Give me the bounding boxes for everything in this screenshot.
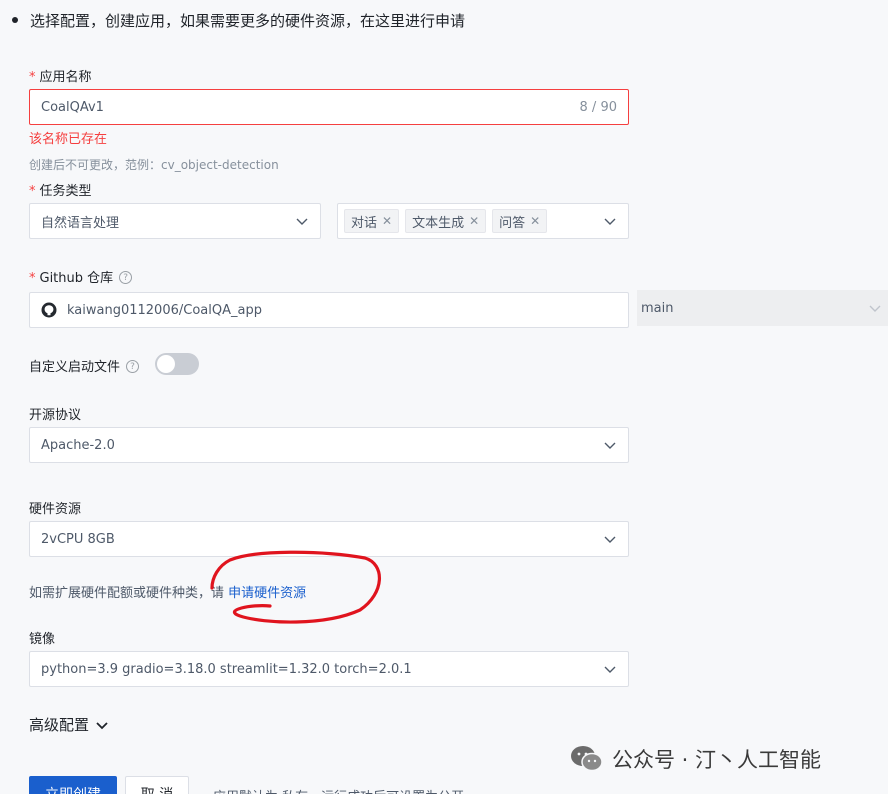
task-type-select[interactable]: 自然语言处理: [29, 203, 321, 239]
app-name-value: CoalQAv1: [41, 99, 104, 115]
app-name-input[interactable]: CoalQAv1 8 / 90: [29, 89, 629, 125]
custom-start-label: 自定义启动文件?: [29, 356, 140, 375]
close-icon[interactable]: ✕: [382, 214, 392, 228]
close-icon[interactable]: ✕: [530, 214, 540, 228]
hardware-label: 硬件资源: [29, 502, 82, 517]
github-icon: [41, 302, 57, 318]
github-repo-input[interactable]: kaiwang0112006/CoalQA_app: [29, 292, 629, 328]
intro-text: 选择配置，创建应用，如果需要更多的硬件资源，在这里进行申请: [12, 10, 465, 31]
red-annotation-circle: [210, 550, 381, 624]
task-type-label: * 任务类型: [29, 184, 92, 199]
license-select[interactable]: Apache-2.0: [29, 427, 629, 463]
watermark: 公众号 · 汀丶人工智能: [570, 744, 821, 774]
chevron-down-icon: [604, 536, 616, 543]
help-icon[interactable]: ?: [126, 360, 140, 373]
close-icon[interactable]: ✕: [469, 214, 479, 228]
app-name-error: 该名称已存在: [29, 132, 108, 147]
chevron-down-icon: [869, 305, 881, 312]
bullet-icon: [12, 16, 18, 23]
task-type-value: 自然语言处理: [41, 215, 120, 231]
image-select[interactable]: python=3.9 gradio=3.18.0 streamlit=1.32.…: [29, 651, 629, 687]
custom-start-toggle[interactable]: [155, 353, 199, 375]
create-button[interactable]: 立即创建: [29, 776, 117, 794]
chevron-down-icon: [604, 442, 616, 449]
wechat-icon: [571, 746, 603, 772]
visibility-note: 应用默认为 私有，运行成功后可设置为公开: [213, 786, 464, 794]
cancel-button[interactable]: 取 消: [125, 776, 189, 794]
app-name-counter: 8 / 90: [579, 99, 617, 115]
image-label: 镜像: [29, 632, 56, 647]
github-repo-value: kaiwang0112006/CoalQA_app: [67, 302, 262, 318]
image-value: python=3.9 gradio=3.18.0 streamlit=1.32.…: [41, 661, 412, 677]
task-tags-select[interactable]: 对话 ✕ 文本生成 ✕ 问答 ✕: [337, 203, 629, 239]
chevron-down-icon: [604, 666, 616, 673]
app-name-label: * 应用名称: [29, 70, 92, 85]
license-value: Apache-2.0: [41, 437, 115, 453]
tag-dialog: 对话 ✕: [344, 209, 400, 233]
chevron-down-icon: [604, 218, 616, 225]
tag-text-generation: 文本生成 ✕: [405, 209, 487, 233]
github-label: * Github 仓库?: [29, 267, 133, 286]
toggle-knob: [157, 355, 175, 373]
tag-qa: 问答 ✕: [492, 209, 548, 233]
branch-select[interactable]: main: [637, 290, 888, 326]
app-name-hint: 创建后不可更改，范例：cv_object-detection: [29, 158, 279, 172]
chevron-down-icon: [296, 218, 308, 225]
chevron-down-icon: [96, 721, 108, 729]
help-icon[interactable]: ?: [119, 271, 133, 284]
branch-value: main: [641, 300, 674, 316]
advanced-config-toggle[interactable]: 高级配置: [29, 714, 109, 735]
license-label: 开源协议: [29, 408, 82, 423]
hardware-value: 2vCPU 8GB: [41, 531, 115, 547]
